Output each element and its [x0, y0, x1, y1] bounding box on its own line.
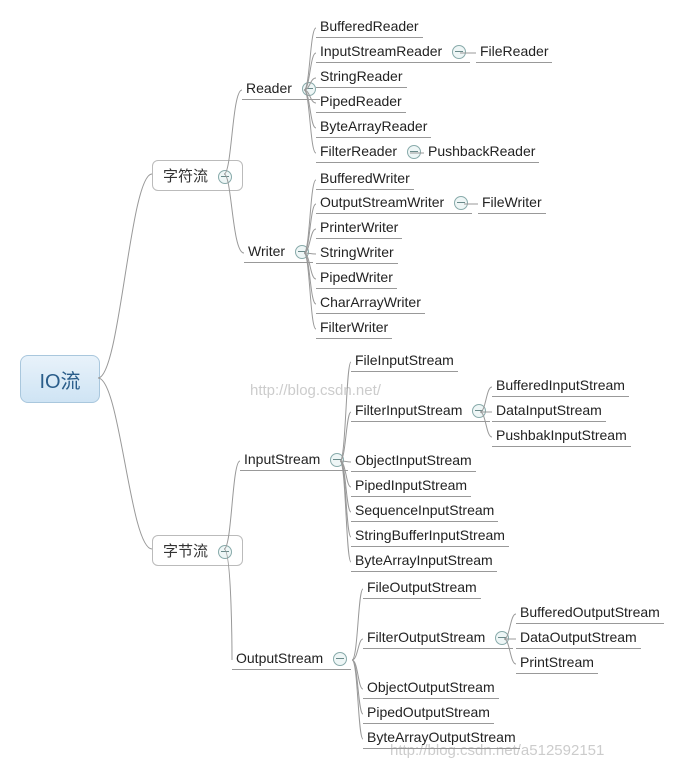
node-piped-input-stream[interactable]: PipedInputStream: [351, 475, 471, 497]
byte-stream-label: 字节流: [163, 543, 208, 560]
node-filter-output-stream[interactable]: FilterOutputStream: [363, 627, 513, 649]
output-stream-writer-label: OutputStreamWriter: [320, 194, 444, 210]
node-byte-stream[interactable]: 字节流: [152, 535, 243, 566]
node-buffered-writer[interactable]: BufferedWriter: [316, 168, 414, 190]
node-object-input-stream[interactable]: ObjectInputStream: [351, 450, 476, 472]
input-stream-reader-label: InputStreamReader: [320, 43, 442, 59]
minus-icon[interactable]: [295, 245, 309, 259]
node-printer-writer[interactable]: PrinterWriter: [316, 217, 402, 239]
node-output-stream[interactable]: OutputStream: [232, 648, 351, 670]
node-file-writer[interactable]: FileWriter: [478, 192, 546, 214]
char-stream-label: 字符流: [163, 168, 208, 185]
minus-icon[interactable]: [454, 196, 468, 210]
node-print-stream[interactable]: PrintStream: [516, 652, 598, 674]
node-data-input-stream[interactable]: DataInputStream: [492, 400, 606, 422]
node-bytearray-input-stream[interactable]: ByteArrayInputStream: [351, 550, 497, 572]
minus-icon[interactable]: [302, 82, 316, 96]
minus-icon[interactable]: [495, 631, 509, 645]
node-stringbuffer-input-stream[interactable]: StringBufferInputStream: [351, 525, 509, 547]
node-file-output-stream[interactable]: FileOutputStream: [363, 577, 481, 599]
reader-label: Reader: [246, 80, 292, 96]
node-piped-writer[interactable]: PipedWriter: [316, 267, 397, 289]
root-node[interactable]: IO流: [20, 355, 100, 403]
minus-icon[interactable]: [407, 145, 421, 159]
node-char-stream[interactable]: 字符流: [152, 160, 243, 191]
node-buffered-reader[interactable]: BufferedReader: [316, 16, 423, 38]
node-file-reader[interactable]: FileReader: [476, 41, 552, 63]
output-stream-label: OutputStream: [236, 650, 323, 666]
node-filter-reader[interactable]: FilterReader: [316, 141, 425, 163]
minus-icon[interactable]: [218, 545, 232, 559]
node-piped-reader[interactable]: PipedReader: [316, 91, 406, 113]
node-reader[interactable]: Reader: [242, 78, 320, 100]
node-buffered-output-stream[interactable]: BufferedOutputStream: [516, 602, 664, 624]
node-string-reader[interactable]: StringReader: [316, 66, 407, 88]
node-input-stream[interactable]: InputStream: [240, 449, 348, 471]
minus-icon[interactable]: [330, 453, 344, 467]
node-filter-input-stream[interactable]: FilterInputStream: [351, 400, 490, 422]
writer-label: Writer: [248, 243, 285, 259]
node-pushback-input-stream[interactable]: PushbakInputStream: [492, 425, 631, 447]
filter-reader-label: FilterReader: [320, 143, 397, 159]
node-pushback-reader[interactable]: PushbackReader: [424, 141, 539, 163]
watermark-top: http://blog.csdn.net/: [250, 382, 381, 399]
node-file-input-stream[interactable]: FileInputStream: [351, 350, 458, 372]
minus-icon[interactable]: [218, 170, 232, 184]
node-output-stream-writer[interactable]: OutputStreamWriter: [316, 192, 472, 214]
node-chararray-writer[interactable]: CharArrayWriter: [316, 292, 425, 314]
node-data-output-stream[interactable]: DataOutputStream: [516, 627, 641, 649]
node-piped-output-stream[interactable]: PipedOutputStream: [363, 702, 494, 724]
filter-input-stream-label: FilterInputStream: [355, 402, 462, 418]
node-object-output-stream[interactable]: ObjectOutputStream: [363, 677, 499, 699]
input-stream-label: InputStream: [244, 451, 320, 467]
node-bytearray-output-stream[interactable]: ByteArrayOutputStream: [363, 727, 520, 749]
node-filter-writer[interactable]: FilterWriter: [316, 317, 392, 339]
minus-icon[interactable]: [333, 652, 347, 666]
minus-icon[interactable]: [452, 45, 466, 59]
node-writer[interactable]: Writer: [244, 241, 313, 263]
node-bytearray-reader[interactable]: ByteArrayReader: [316, 116, 431, 138]
node-input-stream-reader[interactable]: InputStreamReader: [316, 41, 470, 63]
node-string-writer[interactable]: StringWriter: [316, 242, 398, 264]
root-label: IO流: [39, 365, 80, 394]
node-buffered-input-stream[interactable]: BufferedInputStream: [492, 375, 629, 397]
minus-icon[interactable]: [472, 404, 486, 418]
node-sequence-input-stream[interactable]: SequenceInputStream: [351, 500, 498, 522]
filter-output-stream-label: FilterOutputStream: [367, 629, 485, 645]
